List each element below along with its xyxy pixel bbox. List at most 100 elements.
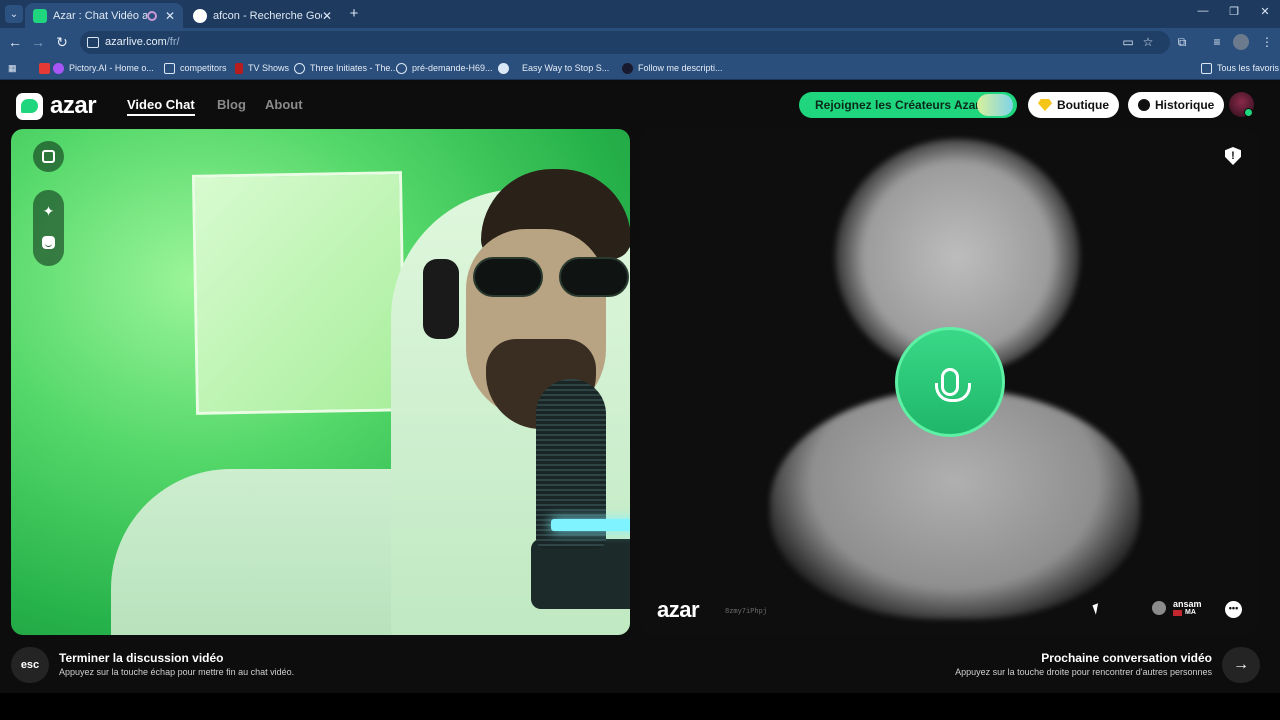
report-shield-icon[interactable]: !	[1225, 147, 1241, 165]
youtube-icon	[39, 62, 50, 74]
gem-icon	[1038, 99, 1052, 111]
bookmark-pre-demande[interactable]: pré-demande-H69...	[396, 61, 493, 75]
sunglasses-left-lens	[473, 257, 543, 297]
bookmark-three-initiates[interactable]: Three Initiates - The...	[294, 61, 398, 75]
morocco-flag-icon	[1173, 609, 1182, 616]
page-bottom-strip	[0, 693, 1280, 720]
sunglasses-right-lens	[559, 257, 629, 297]
bookmarks-bar: ▦ Pictory.AI - Home o... competitors TV …	[0, 56, 1280, 80]
join-creators-label: Rejoignez les Créateurs Azar	[815, 98, 980, 112]
new-tab-button[interactable]: +	[346, 5, 362, 23]
folder-icon	[1201, 62, 1212, 74]
browser-tab-bar: ⌄ Azar : Chat Vidéo avec de n ✕ afcon - …	[0, 0, 1280, 28]
end-chat-esc-button[interactable]: esc	[11, 647, 49, 683]
forward-arrow-icon[interactable]: →	[29, 33, 47, 51]
globe-icon	[294, 62, 305, 74]
session-id: 8zmy7iPhpj	[725, 608, 768, 616]
close-window-icon[interactable]: ✕	[1255, 5, 1275, 18]
browser-tab-azar[interactable]: Azar : Chat Vidéo avec de n ✕	[25, 3, 183, 28]
bookmark-pictory[interactable]: Pictory.AI - Home o...	[39, 61, 154, 75]
apps-grid-icon[interactable]: ▦	[8, 61, 17, 75]
partner-country-code: MA	[1185, 609, 1196, 616]
azar-page: azar Video Chat Blog About Rejoignez les…	[0, 81, 1280, 720]
background-whiteboard	[191, 171, 407, 415]
shop-label: Boutique	[1057, 98, 1109, 112]
circle-icon	[622, 62, 633, 74]
azar-favicon-icon	[33, 8, 47, 23]
tab-title: afcon - Recherche Google	[213, 9, 322, 22]
end-chat-title: Terminer la discussion vidéo	[59, 651, 224, 665]
next-chat-hint: Appuyez sur la touche droite pour rencon…	[955, 667, 1212, 677]
bookmark-label: Three Initiates - The...	[310, 63, 398, 73]
bookmark-label: competitors	[180, 63, 227, 73]
azar-logo[interactable]: azar	[16, 92, 97, 120]
menu-kebab-icon[interactable]: ⋮	[1259, 34, 1275, 50]
minimize-window-icon[interactable]: —	[1193, 5, 1213, 17]
url-path: /fr/	[166, 36, 180, 48]
bookmark-icon	[235, 62, 243, 74]
next-chat-title: Prochaine conversation vidéo	[1041, 651, 1212, 665]
voice-mode-indicator	[895, 327, 1005, 437]
bookmark-label: Follow me descripti...	[638, 63, 723, 73]
nav-blog[interactable]: Blog	[217, 97, 246, 112]
clock-icon	[1138, 99, 1150, 111]
reload-icon[interactable]: ↻	[53, 33, 71, 51]
all-bookmarks-folder[interactable]: Tous les favoris	[1201, 61, 1279, 75]
site-info-icon[interactable]	[87, 37, 99, 48]
extensions-icon[interactable]: ⧉	[1174, 34, 1190, 50]
history-label: Historique	[1155, 98, 1215, 112]
join-creators-button[interactable]: Rejoignez les Créateurs Azar	[799, 92, 1017, 118]
azar-logo-text: azar	[50, 92, 97, 119]
address-bar[interactable]: azarlive.com/fr/	[80, 31, 1170, 54]
local-video-feed: ✦	[11, 129, 630, 635]
browser-tab-google[interactable]: afcon - Recherche Google ✕	[185, 3, 340, 28]
azar-logo-icon	[16, 92, 43, 120]
bookmark-label: Easy Way to Stop S...	[522, 63, 610, 73]
expand-icon[interactable]	[33, 141, 64, 172]
end-chat-hint: Appuyez sur la touche échap pour mettre …	[59, 667, 295, 677]
chat-bubble-icon[interactable]: •••	[1225, 601, 1242, 618]
pictory-icon	[53, 62, 64, 74]
next-chat-arrow-button[interactable]: →	[1222, 647, 1260, 683]
restore-window-icon[interactable]: ❐	[1224, 5, 1244, 18]
media-control-icon[interactable]: ≡	[1209, 34, 1225, 50]
face-filter-icon[interactable]	[33, 227, 64, 258]
browser-toolbar: ← → ↻ azarlive.com/fr/ ▭ ☆ ⧉ ≡ ⋮	[0, 28, 1280, 56]
online-status-icon	[1244, 108, 1253, 117]
headphones	[423, 259, 459, 339]
profile-avatar-icon[interactable]	[1233, 34, 1249, 50]
creators-illustration-icon	[977, 94, 1013, 116]
partner-info[interactable]: ansam MA	[1152, 599, 1202, 616]
bookmark-competitors[interactable]: competitors	[164, 61, 227, 75]
remote-video-feed: ! azar 8zmy7iPhpj ansam MA •••	[640, 129, 1259, 635]
recording-indicator-icon	[146, 10, 157, 21]
tab-title: Azar : Chat Vidéo avec de n	[53, 9, 147, 22]
cast-icon[interactable]: ▭	[1120, 34, 1136, 50]
partner-avatar-icon	[1152, 600, 1166, 615]
google-favicon-icon	[193, 8, 207, 23]
globe-icon	[396, 62, 407, 74]
partner-name: ansam	[1173, 599, 1202, 609]
tab-search-chevron-icon[interactable]: ⌄	[5, 5, 23, 23]
url-domain: azarlive.com	[105, 36, 167, 48]
bookmark-follow-me[interactable]: Follow me descripti...	[622, 61, 723, 75]
bookmark-tv-shows[interactable]: TV Shows	[235, 61, 289, 75]
close-tab-icon[interactable]: ✕	[165, 9, 175, 23]
folder-icon	[164, 62, 175, 74]
sparkle-effects-icon[interactable]: ✦	[33, 196, 64, 227]
close-tab-icon[interactable]: ✕	[322, 9, 332, 23]
microphone-light-ring	[551, 519, 630, 531]
bookmark-label: pré-demande-H69...	[412, 63, 493, 73]
nav-video-chat[interactable]: Video Chat	[127, 97, 195, 116]
microphone-stand	[531, 539, 630, 609]
nav-about[interactable]: About	[265, 97, 303, 112]
partner-country: MA	[1173, 609, 1202, 616]
expand-video-control[interactable]	[33, 141, 64, 172]
bookmark-star-icon[interactable]: ☆	[1140, 34, 1156, 50]
history-button[interactable]: Historique	[1128, 92, 1225, 118]
back-arrow-icon[interactable]: ←	[6, 33, 24, 51]
globe-icon	[498, 62, 509, 74]
bookmark-easy-way[interactable]: Easy Way to Stop S...	[498, 61, 609, 75]
shop-button[interactable]: Boutique	[1028, 92, 1119, 118]
remote-azar-watermark: azar	[657, 597, 700, 622]
